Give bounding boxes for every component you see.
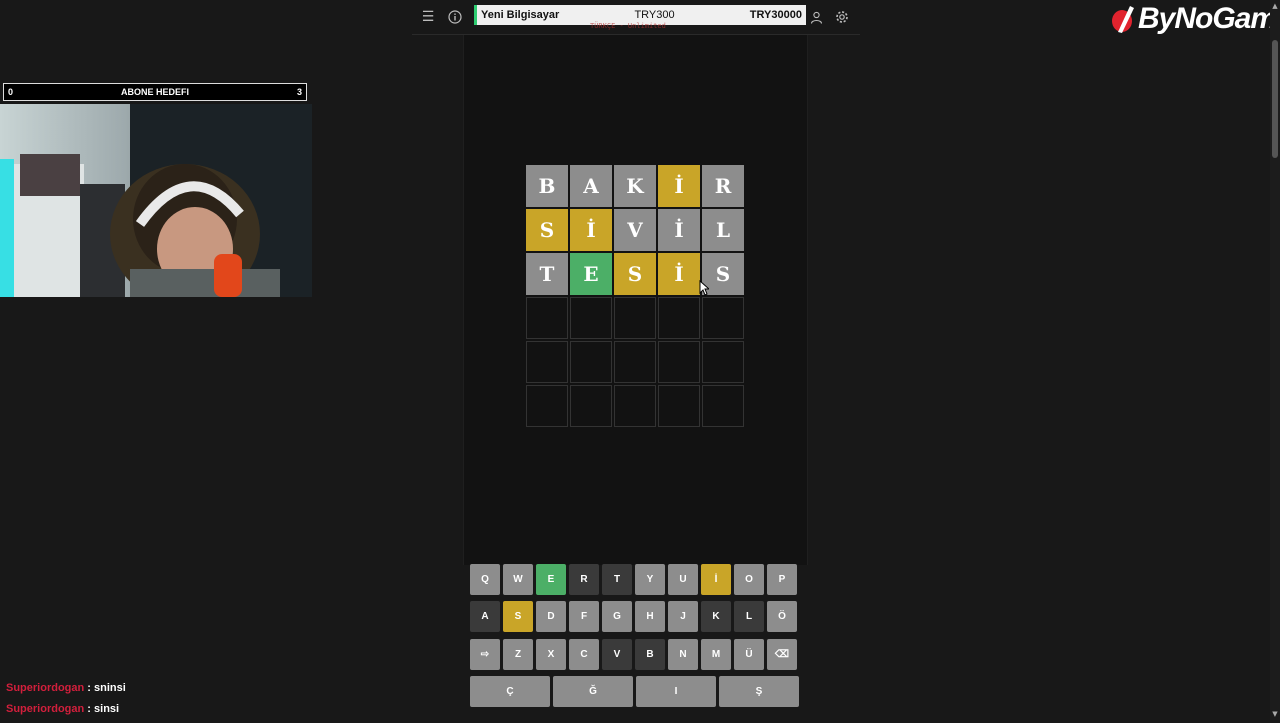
board-tile [570, 297, 612, 339]
key-b[interactable]: B [635, 639, 665, 670]
board-tile: A [570, 165, 612, 207]
board-tile: S [614, 253, 656, 295]
key-m[interactable]: M [701, 639, 731, 670]
board-tile [526, 297, 568, 339]
board-tile: İ [658, 165, 700, 207]
key-o[interactable]: O [734, 564, 764, 595]
donation-current: TRY300 [634, 9, 675, 21]
key-w[interactable]: W [503, 564, 533, 595]
subscriber-goal-current: 0 [8, 87, 14, 97]
key-f[interactable]: F [569, 601, 599, 632]
key-ş[interactable]: Ş [719, 676, 799, 707]
game-board: BAKİRSİVİLTESİS [526, 165, 744, 427]
key-i̇[interactable]: İ [701, 564, 731, 595]
donation-goal-name: Yeni Bilgisayar [481, 9, 560, 21]
board-tile [570, 341, 612, 383]
bynogame-logo-text: ByNoGame [1138, 2, 1280, 35]
board-tile [614, 341, 656, 383]
user-icon[interactable] [806, 7, 826, 27]
board-tile [658, 385, 700, 427]
menu-icon[interactable]: ☰ [418, 7, 438, 27]
board-tile [614, 385, 656, 427]
key-u[interactable]: U [668, 564, 698, 595]
chat-separator: : [84, 703, 95, 715]
chat-text: sninsi [94, 682, 126, 694]
board-tile [526, 385, 568, 427]
key-x[interactable]: X [536, 639, 566, 670]
scroll-up-arrow-icon[interactable]: ▲ [1271, 2, 1279, 10]
enter-key[interactable]: ⇨ [470, 639, 500, 670]
key-p[interactable]: P [767, 564, 797, 595]
key-n[interactable]: N [668, 639, 698, 670]
chat-message: Superiordogan : sninsi [6, 681, 126, 702]
board-tile [658, 341, 700, 383]
board-tile: İ [658, 209, 700, 251]
subscriber-goal-bar: 0 ABONE HEDEFI 3 [3, 83, 307, 101]
key-q[interactable]: Q [470, 564, 500, 595]
keyboard-row: QWERTYUİOP [470, 564, 797, 595]
key-t[interactable]: T [602, 564, 632, 595]
key-e[interactable]: E [536, 564, 566, 595]
key-y[interactable]: Y [635, 564, 665, 595]
board-tile [614, 297, 656, 339]
key-i[interactable]: I [636, 676, 716, 707]
key-ğ[interactable]: Ğ [553, 676, 633, 707]
key-c[interactable]: C [569, 639, 599, 670]
game-mode-label: TÜRKÇE - Unlimited [590, 22, 666, 30]
subscriber-goal-label: ABONE HEDEFI [120, 87, 189, 97]
board-tile [702, 297, 744, 339]
key-j[interactable]: J [668, 601, 698, 632]
chat-username: Superiordogan [6, 682, 85, 694]
board-tile: L [702, 209, 744, 251]
key-ç[interactable]: Ç [470, 676, 550, 707]
key-h[interactable]: H [635, 601, 665, 632]
key-g[interactable]: G [602, 601, 632, 632]
bynogame-logo: ByNoGame [1110, 2, 1280, 36]
board-tile: İ [570, 209, 612, 251]
key-a[interactable]: A [470, 601, 500, 632]
key-k[interactable]: K [701, 601, 731, 632]
board-tile [702, 385, 744, 427]
key-d[interactable]: D [536, 601, 566, 632]
chat-username: Superiordogan [6, 703, 85, 715]
subscriber-goal-target: 3 [296, 87, 302, 97]
keyboard-row: ⇨ Z X C V B N M Ü ⌫ [470, 639, 797, 670]
key-l[interactable]: L [734, 601, 764, 632]
board-tile [570, 385, 612, 427]
chat-text: sinsi [94, 703, 120, 715]
page-scrollbar[interactable]: ▲ ▼ [1270, 0, 1280, 720]
key-ö[interactable]: Ö [767, 601, 797, 632]
board-tile: S [526, 209, 568, 251]
key-z[interactable]: Z [503, 639, 533, 670]
board-tile: V [614, 209, 656, 251]
keyboard-row: ASDFGHJKLÖ [470, 601, 797, 632]
key-v[interactable]: V [602, 639, 632, 670]
board-tile [702, 341, 744, 383]
board-tile: E [570, 253, 612, 295]
key-r[interactable]: R [569, 564, 599, 595]
board-tile: B [526, 165, 568, 207]
backspace-key[interactable]: ⌫ [767, 639, 797, 670]
key-s[interactable]: S [503, 601, 533, 632]
donation-target: TRY30000 [749, 9, 802, 21]
scroll-thumb[interactable] [1272, 40, 1278, 158]
keyboard-row: ÇĞIŞ [470, 676, 799, 707]
board-tile: T [526, 253, 568, 295]
board-tile: R [702, 165, 744, 207]
info-icon[interactable] [445, 7, 465, 27]
webcam-feed [0, 104, 312, 297]
scroll-down-arrow-icon[interactable]: ▼ [1271, 710, 1279, 718]
board-tile: K [614, 165, 656, 207]
board-tile [526, 341, 568, 383]
board-tile [658, 297, 700, 339]
board-tile: İ [658, 253, 700, 295]
key-ü[interactable]: Ü [734, 639, 764, 670]
chat-separator: : [84, 682, 95, 694]
gear-icon[interactable] [832, 7, 852, 27]
bynogame-logo-mark-icon [1112, 6, 1134, 33]
mouse-cursor-icon [699, 280, 709, 296]
chat-overlay: Superiordogan : sninsi Superiordogan : si… [6, 681, 126, 723]
